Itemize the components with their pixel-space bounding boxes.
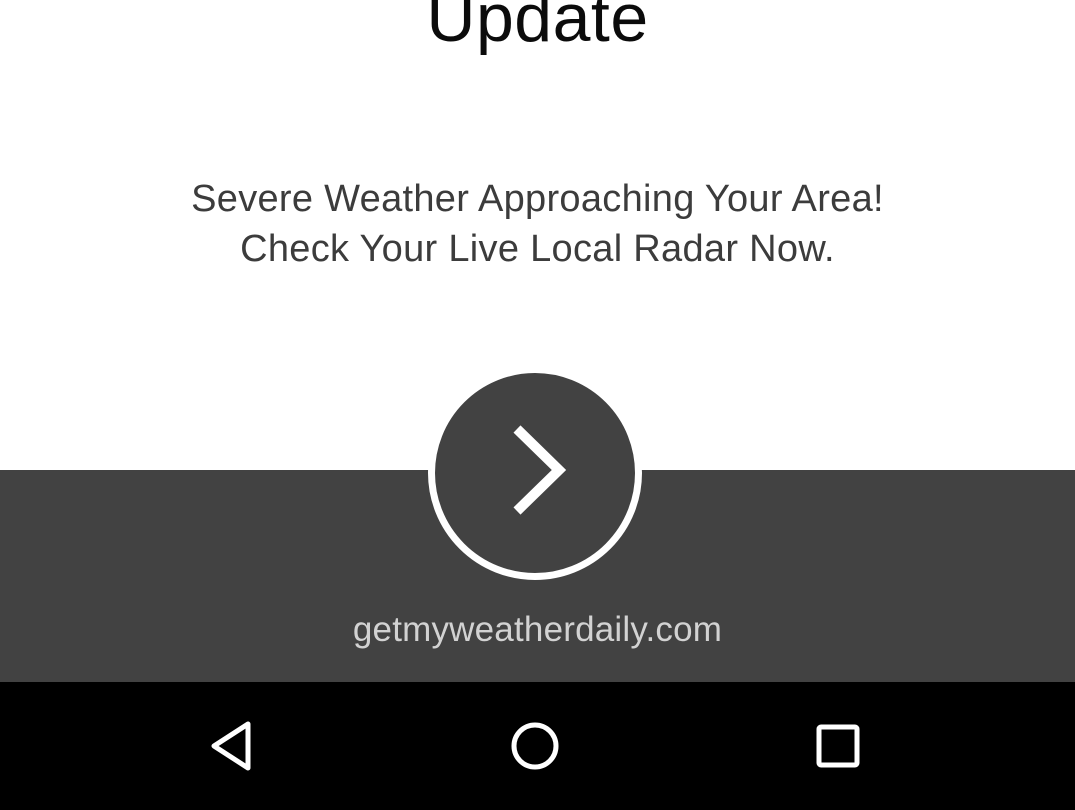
domain-link[interactable]: getmyweatherdaily.com: [0, 610, 1075, 650]
alert-message-line: Check Your Live Local Radar Now.: [240, 228, 835, 270]
chevron-right-icon: [513, 425, 567, 515]
home-circle-icon: [511, 722, 559, 770]
screen: Update Severe Weather Approaching Your A…: [0, 0, 1075, 810]
alert-message-line: Severe Weather Approaching Your Area!: [191, 178, 884, 220]
recents-square-icon: [816, 724, 860, 768]
recents-button[interactable]: [806, 714, 870, 778]
back-button[interactable]: [200, 714, 264, 778]
page-title: Update: [426, 0, 649, 56]
alert-message: Severe Weather Approaching Your Area! Ch…: [0, 174, 1075, 274]
home-button[interactable]: [503, 714, 567, 778]
system-nav-bar: [0, 682, 1075, 810]
next-button[interactable]: [428, 366, 642, 580]
back-triangle-icon: [211, 721, 251, 771]
